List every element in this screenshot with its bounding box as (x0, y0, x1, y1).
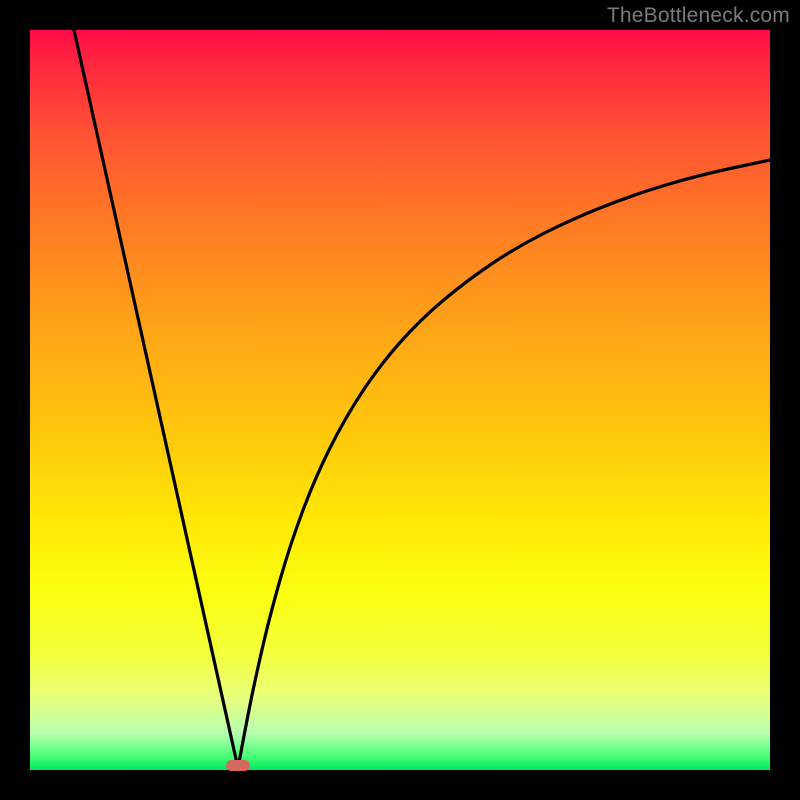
bottleneck-curve (30, 30, 770, 770)
watermark-text: TheBottleneck.com (607, 4, 790, 28)
plot-area (30, 30, 770, 770)
curve-right-branch (238, 160, 770, 768)
curve-left-branch (74, 30, 238, 768)
cusp-marker (226, 760, 250, 771)
